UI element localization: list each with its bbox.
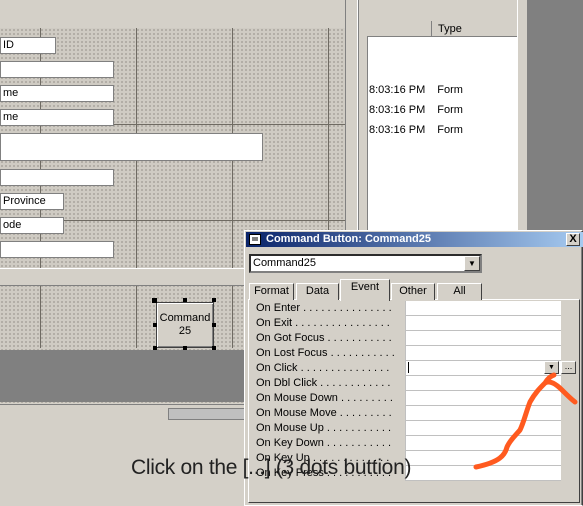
builder-button[interactable]: ... [561, 361, 576, 374]
object-type: Form [437, 104, 463, 116]
column-header-type[interactable]: Type [434, 21, 517, 37]
property-value-on-click[interactable] [405, 361, 561, 376]
property-label-on-got-focus[interactable]: On Got Focus . . . . . . . . . . . [256, 331, 404, 346]
command-button-label: Command [159, 312, 211, 324]
property-sheet-icon [249, 234, 261, 245]
on-click-dropdown-button[interactable]: ▼ [544, 361, 559, 374]
command25-button[interactable]: Command 25 [156, 302, 214, 348]
property-label-on-mouse-down[interactable]: On Mouse Down . . . . . . . . . [256, 391, 404, 406]
property-value-on-lost-focus[interactable] [405, 346, 561, 361]
property-label-on-mouse-up[interactable]: On Mouse Up . . . . . . . . . . . [256, 421, 404, 436]
property-value-on-dbl-click[interactable] [405, 376, 561, 391]
property-label-on-mouse-move[interactable]: On Mouse Move . . . . . . . . . [256, 406, 404, 421]
property-value-on-mouse-down[interactable] [405, 391, 561, 406]
object-list-toolbar [367, 0, 517, 21]
vertical-scrollbar[interactable] [517, 0, 527, 230]
property-value-on-key-down[interactable] [405, 436, 561, 451]
object-type: Form [437, 124, 463, 136]
property-label-on-lost-focus[interactable]: On Lost Focus . . . . . . . . . . . [256, 346, 404, 361]
resize-handle[interactable] [212, 298, 216, 302]
scrollbar-thumb[interactable] [168, 408, 246, 420]
grid-line [232, 28, 233, 348]
object-type: Form [437, 84, 463, 96]
instruction-caption: Click on the [...] (3 dots buttion) [131, 456, 412, 479]
tab-event[interactable]: Event [340, 279, 390, 301]
modified-time: 8:03:16 PM [369, 84, 426, 96]
modified-time: 8:03:16 PM [369, 104, 426, 116]
resize-handle[interactable] [152, 298, 157, 303]
form-field-first-name[interactable]: me [0, 85, 114, 102]
object-selector-dropdown[interactable]: Command25 [249, 254, 482, 273]
grid-line [136, 28, 137, 348]
tab-data[interactable]: Data [296, 283, 339, 300]
tab-format[interactable]: Format [249, 283, 294, 300]
property-label-on-exit[interactable]: On Exit . . . . . . . . . . . . . . . . [256, 316, 404, 331]
property-sheet-title[interactable]: Command Button: Command25 [246, 232, 583, 247]
property-label-on-key-down[interactable]: On Key Down . . . . . . . . . . . [256, 436, 404, 451]
property-label-on-enter[interactable]: On Enter . . . . . . . . . . . . . . . [256, 301, 404, 316]
modified-time: 8:03:16 PM [369, 124, 426, 136]
property-value-on-enter[interactable] [405, 301, 561, 316]
form-field-city[interactable] [0, 169, 114, 186]
form-field-id[interactable]: ID [0, 37, 56, 54]
property-label-on-dbl-click[interactable]: On Dbl Click . . . . . . . . . . . . [256, 376, 404, 391]
resize-handle[interactable] [183, 298, 187, 302]
close-button[interactable]: X [566, 233, 580, 246]
tab-all[interactable]: All [437, 283, 482, 300]
property-label-on-click[interactable]: On Click . . . . . . . . . . . . . . . [256, 361, 404, 376]
form-field-country[interactable] [0, 241, 114, 258]
form-field[interactable] [0, 61, 114, 78]
property-value-on-mouse-up[interactable] [405, 421, 561, 436]
property-value-on-got-focus[interactable] [405, 331, 561, 346]
property-value-on-key-press[interactable] [405, 466, 561, 481]
window-divider [345, 0, 367, 230]
resize-handle[interactable] [153, 323, 157, 327]
text-caret [408, 362, 409, 373]
command-button-label: 25 [178, 325, 192, 337]
list-item[interactable]: 8:03:16 PM Form [369, 124, 463, 136]
form-field-postal-code[interactable]: ode [0, 217, 64, 234]
form-field-state-province[interactable]: Province [0, 193, 64, 210]
chevron-down-icon[interactable]: ▼ [464, 256, 480, 271]
property-value-on-exit[interactable] [405, 316, 561, 331]
tab-other[interactable]: Other [391, 283, 435, 300]
property-value-on-mouse-move[interactable] [405, 406, 561, 421]
window-divider [357, 0, 359, 230]
column-header-modified[interactable] [367, 21, 432, 37]
resize-handle[interactable] [212, 323, 216, 327]
form-field-address[interactable] [0, 133, 263, 161]
property-value-on-key-up[interactable] [405, 451, 561, 466]
form-field-last-name[interactable]: me [0, 109, 114, 126]
form-header-band [0, 0, 345, 28]
list-item[interactable]: 8:03:16 PM Form [369, 104, 463, 116]
list-item[interactable]: 8:03:16 PM Form [369, 84, 463, 96]
